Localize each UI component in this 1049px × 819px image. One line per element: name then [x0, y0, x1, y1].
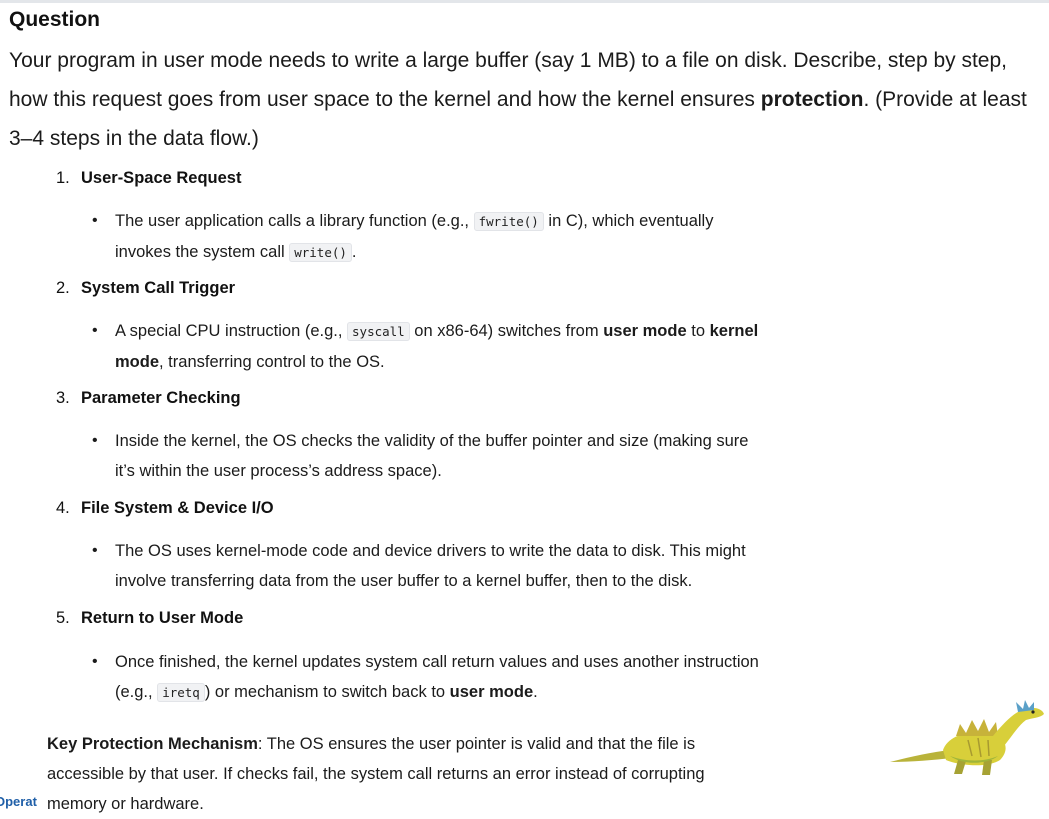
text-fragment: Once finished, the kernel updates system…: [115, 653, 759, 671]
step-3-title: 3. Parameter Checking: [56, 389, 241, 408]
code-fwrite: fwrite(): [473, 212, 544, 231]
text-line: Inside the kernel, the OS checks the val…: [115, 432, 749, 450]
text-line: The OS uses kernel-mode code and device …: [115, 542, 746, 560]
step-number: 2.: [56, 279, 70, 297]
text-fragment: in C), which eventually: [543, 212, 714, 230]
code-write: write(): [289, 243, 352, 262]
dinosaur-mascot-icon: [890, 700, 1044, 775]
code-syscall: syscall: [347, 322, 410, 341]
bullet-text: Once finished, the kernel updates system…: [115, 647, 835, 708]
step-label: Return to User Mode: [81, 609, 244, 627]
step-number: 1.: [56, 169, 70, 187]
bold-kernel: kernel: [709, 322, 759, 340]
step-2-title: 2. System Call Trigger: [56, 279, 235, 298]
step-label: Parameter Checking: [81, 389, 241, 407]
bullet-text: The user application calls a library fun…: [115, 206, 835, 268]
slide-footer-logo-text: Operat: [0, 794, 37, 809]
step-5-title: 5. Return to User Mode: [56, 609, 243, 628]
text-fragment: on x86-64) switches from: [409, 322, 604, 340]
text-line: involve transferring data from the user …: [115, 572, 693, 590]
text-fragment: : The OS ensures the user pointer is val…: [257, 735, 696, 753]
step-number: 3.: [56, 389, 70, 407]
step-label: System Call Trigger: [81, 279, 236, 297]
bullet-text: Inside the kernel, the OS checks the val…: [115, 426, 835, 486]
text-fragment: .: [351, 243, 357, 261]
bullet-text: A special CPU instruction (e.g., syscall…: [115, 316, 835, 377]
step-label: File System & Device I/O: [81, 499, 274, 517]
bold-mode: mode: [115, 353, 160, 371]
step-4-title: 4. File System & Device I/O: [56, 499, 274, 518]
step-label: User-Space Request: [81, 169, 242, 187]
question-text: Your program in user mode needs to write…: [9, 41, 1044, 158]
bullet-icon: •: [92, 322, 98, 339]
text-fragment: invokes the system call: [115, 243, 290, 261]
top-divider: [0, 0, 1049, 3]
bullet-icon: •: [92, 212, 98, 229]
bold-user-mode: user mode: [449, 683, 534, 701]
bold-user-mode: user mode: [603, 322, 687, 340]
text-fragment: ) or mechanism to switch back to: [204, 683, 450, 701]
question-bold-protection: protection: [760, 88, 864, 111]
text-fragment: , transferring control to the OS.: [159, 353, 385, 371]
step-number: 5.: [56, 609, 70, 627]
question-heading: Question: [9, 8, 101, 31]
text-line: accessible by that user. If checks fail,…: [47, 765, 705, 783]
step-number: 4.: [56, 499, 70, 517]
text-fragment: .: [533, 683, 538, 701]
key-protection-paragraph: Key Protection Mechanism: The OS ensures…: [47, 729, 807, 819]
text-fragment: to: [686, 322, 710, 340]
bullet-icon: •: [92, 432, 98, 449]
code-iretq: iretq: [157, 683, 205, 702]
text-fragment: (e.g.,: [115, 683, 158, 701]
text-fragment: A special CPU instruction (e.g.,: [115, 322, 348, 340]
bullet-icon: •: [92, 653, 98, 670]
key-label: Key Protection Mechanism: [47, 735, 258, 753]
text-fragment: The user application calls a library fun…: [115, 212, 474, 230]
text-line: memory or hardware.: [47, 795, 204, 813]
text-line: it’s within the user process’s address s…: [115, 462, 442, 480]
bullet-icon: •: [92, 542, 98, 559]
bullet-text: The OS uses kernel-mode code and device …: [115, 536, 835, 596]
step-1-title: 1. User-Space Request: [56, 169, 241, 188]
